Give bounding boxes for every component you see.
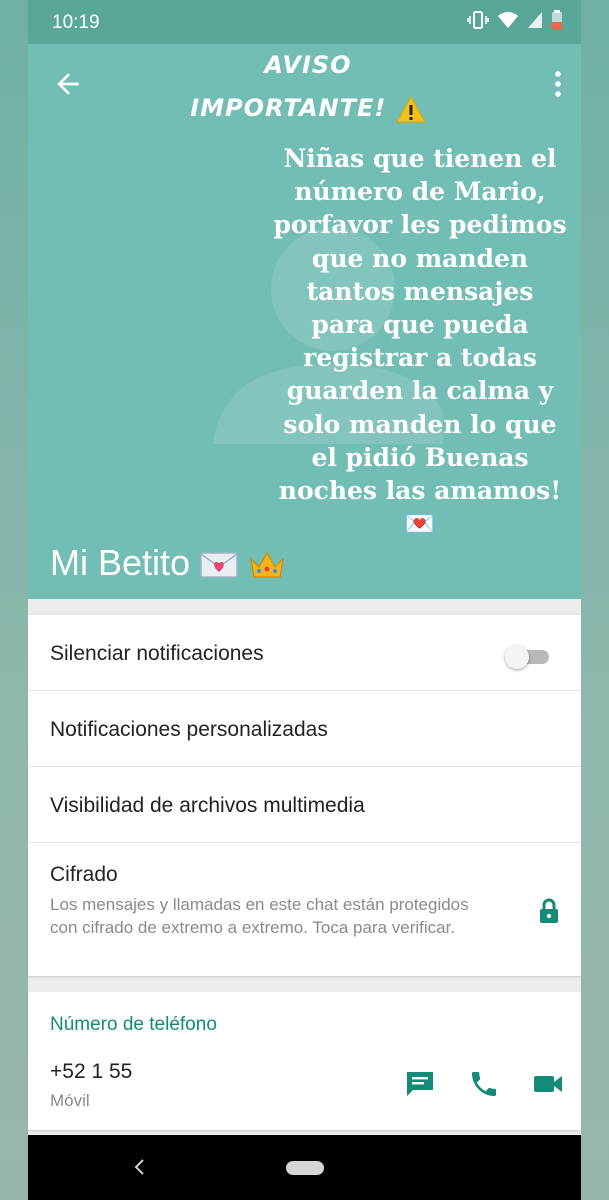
system-nav-bar	[28, 1135, 581, 1200]
message-icon[interactable]	[404, 1068, 436, 1100]
encryption-description: Los mensajes y llamadas en este chat est…	[50, 895, 469, 937]
encryption-label: Cifrado	[50, 863, 118, 886]
mute-toggle[interactable]	[505, 645, 551, 669]
nav-back-icon[interactable]	[132, 1157, 146, 1177]
vibrate-icon	[467, 11, 489, 29]
encryption-row[interactable]: Cifrado Los mensajes y llamadas en este …	[28, 843, 581, 976]
status-bar: 10:19	[28, 0, 581, 44]
videocam-icon[interactable]	[532, 1068, 564, 1100]
story-heading-line2: IMPORTANTE!	[178, 87, 438, 130]
warning-icon	[395, 95, 426, 122]
nav-home-pill[interactable]	[286, 1161, 324, 1175]
back-arrow-icon[interactable]	[52, 68, 84, 100]
contact-name-text: Mi Betito	[50, 542, 191, 583]
custom-notifications-row[interactable]: Notificaciones personalizadas	[28, 691, 581, 767]
signal-icon	[528, 12, 542, 28]
contact-header: AVISO IMPORTANTE! Niñas que tienen el nú…	[28, 44, 581, 599]
phone-number[interactable]: +52 1 55	[50, 1060, 132, 1084]
more-vert-icon[interactable]	[553, 70, 563, 98]
phone-screen: 10:19 AVISO IMPORTANTE! Niñas que tienen…	[28, 0, 581, 1200]
phone-number-card: Número de teléfono +52 1 55 Móvil	[28, 992, 581, 1130]
battery-icon	[552, 10, 562, 30]
media-visibility-label: Visibilidad de archivos multimedia	[50, 794, 365, 817]
status-icons	[467, 10, 563, 30]
story-heading-line2-text: IMPORTANTE!	[190, 94, 387, 122]
chat-settings-card: Silenciar notificaciones Notificaciones …	[28, 615, 581, 976]
lock-icon	[540, 898, 558, 923]
story-body-text: Niñas que tienen el número de Mario, por…	[273, 144, 567, 539]
mute-notifications-row[interactable]: Silenciar notificaciones	[28, 615, 581, 691]
wifi-icon	[498, 12, 518, 28]
mute-notifications-label: Silenciar notificaciones	[50, 642, 264, 665]
phone-section-title: Número de teléfono	[50, 1014, 217, 1035]
phone-icon[interactable]	[468, 1068, 500, 1100]
story-heading: AVISO IMPORTANTE!	[178, 44, 438, 130]
mute-toggle-thumb	[505, 645, 529, 669]
contact-name: Mi Betito	[50, 542, 286, 584]
story-heading-line1: AVISO	[264, 51, 352, 79]
story-body: Niñas que tienen el número de Mario, por…	[272, 142, 568, 540]
crown-icon	[250, 552, 284, 579]
custom-notifications-label: Notificaciones personalizadas	[50, 718, 328, 741]
status-time: 10:19	[52, 12, 100, 33]
love-letter-icon	[200, 552, 238, 579]
media-visibility-row[interactable]: Visibilidad de archivos multimedia	[28, 767, 581, 843]
phone-type: Móvil	[50, 1091, 90, 1110]
